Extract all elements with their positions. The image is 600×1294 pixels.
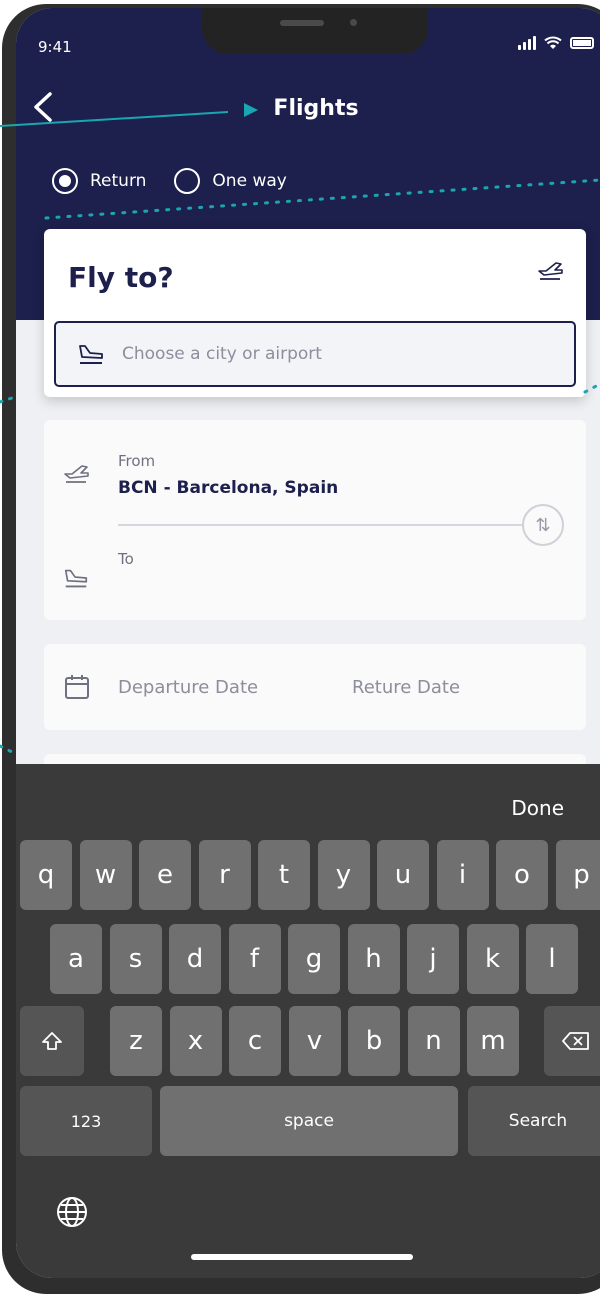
key-d[interactable]: d: [169, 924, 221, 994]
status-time: 9:41: [38, 38, 72, 56]
shift-key[interactable]: [20, 1006, 84, 1076]
departure-date-field[interactable]: Departure Date: [118, 677, 258, 698]
key-k[interactable]: k: [467, 924, 519, 994]
screen: 9:41 Flights Return One way: [16, 8, 600, 1278]
home-indicator: [191, 1254, 413, 1260]
takeoff-plane-icon: [536, 259, 564, 281]
dates-card: Departure Date Reture Date: [44, 644, 586, 730]
landing-plane-icon: [76, 343, 106, 365]
key-e[interactable]: e: [139, 840, 191, 910]
from-value[interactable]: BCN - Barcelona, Spain: [118, 478, 338, 498]
status-icons: [518, 36, 594, 50]
radio-unselected-icon: [174, 168, 200, 194]
key-p[interactable]: p: [556, 840, 600, 910]
phone-frame: 9:41 Flights Return One way: [2, 4, 600, 1294]
globe-icon[interactable]: [56, 1196, 88, 1228]
landing-plane-icon: [62, 567, 90, 589]
key-t[interactable]: t: [258, 840, 310, 910]
notch-speaker: [280, 20, 324, 26]
key-o[interactable]: o: [496, 840, 548, 910]
battery-icon: [570, 37, 594, 49]
destination-search-input[interactable]: Choose a city or airport: [54, 321, 576, 387]
key-b[interactable]: b: [348, 1006, 400, 1076]
wifi-icon: [544, 36, 562, 50]
fly-to-title: Fly to?: [68, 261, 174, 294]
key-q[interactable]: q: [20, 840, 72, 910]
route-card: From BCN - Barcelona, Spain ⇅ To: [44, 420, 586, 620]
key-i[interactable]: i: [437, 840, 489, 910]
shift-icon: [41, 1030, 63, 1052]
return-date-field[interactable]: Reture Date: [352, 677, 460, 698]
signal-icon: [518, 36, 536, 50]
search-key[interactable]: Search: [468, 1086, 600, 1156]
key-m[interactable]: m: [467, 1006, 519, 1076]
keyboard: Done qwertyuiop asdfghjkl zxcvbnm 123spaceS…: [16, 764, 600, 1278]
takeoff-plane-icon: [62, 462, 90, 484]
space-key[interactable]: space: [160, 1086, 458, 1156]
key-u[interactable]: u: [377, 840, 429, 910]
page-title: Flights: [16, 96, 600, 121]
key-l[interactable]: l: [526, 924, 578, 994]
notch-camera: [350, 19, 357, 26]
notch: [202, 8, 428, 54]
swap-arrows-icon: ⇅: [535, 515, 550, 536]
key-j[interactable]: j: [407, 924, 459, 994]
delete-key[interactable]: [544, 1006, 600, 1076]
key-w[interactable]: w: [80, 840, 132, 910]
radio-one-way[interactable]: One way: [174, 168, 286, 194]
fly-to-card: Fly to? Choose a city or airport: [44, 229, 586, 397]
backspace-icon: [561, 1030, 591, 1052]
key-f[interactable]: f: [229, 924, 281, 994]
key-s[interactable]: s: [110, 924, 162, 994]
key-z[interactable]: z: [110, 1006, 162, 1076]
key-n[interactable]: n: [408, 1006, 460, 1076]
route-divider: [118, 524, 528, 526]
to-label[interactable]: To: [118, 550, 134, 568]
radio-one-way-label: One way: [212, 171, 286, 191]
from-label: From: [118, 452, 155, 470]
key-h[interactable]: h: [348, 924, 400, 994]
done-button[interactable]: Done: [511, 796, 564, 820]
radio-return-label: Return: [90, 171, 146, 191]
trip-type-selector: Return One way: [52, 168, 287, 194]
calendar-icon: [64, 674, 90, 700]
swap-button[interactable]: ⇅: [522, 504, 564, 546]
radio-selected-icon: [52, 168, 78, 194]
key-c[interactable]: c: [229, 1006, 281, 1076]
key-g[interactable]: g: [288, 924, 340, 994]
radio-return[interactable]: Return: [52, 168, 146, 194]
key-y[interactable]: y: [318, 840, 370, 910]
key-x[interactable]: x: [170, 1006, 222, 1076]
destination-placeholder: Choose a city or airport: [122, 344, 322, 364]
key-a[interactable]: a: [50, 924, 102, 994]
key-r[interactable]: r: [199, 840, 251, 910]
key-v[interactable]: v: [289, 1006, 341, 1076]
numbers-key[interactable]: 123: [20, 1086, 152, 1156]
